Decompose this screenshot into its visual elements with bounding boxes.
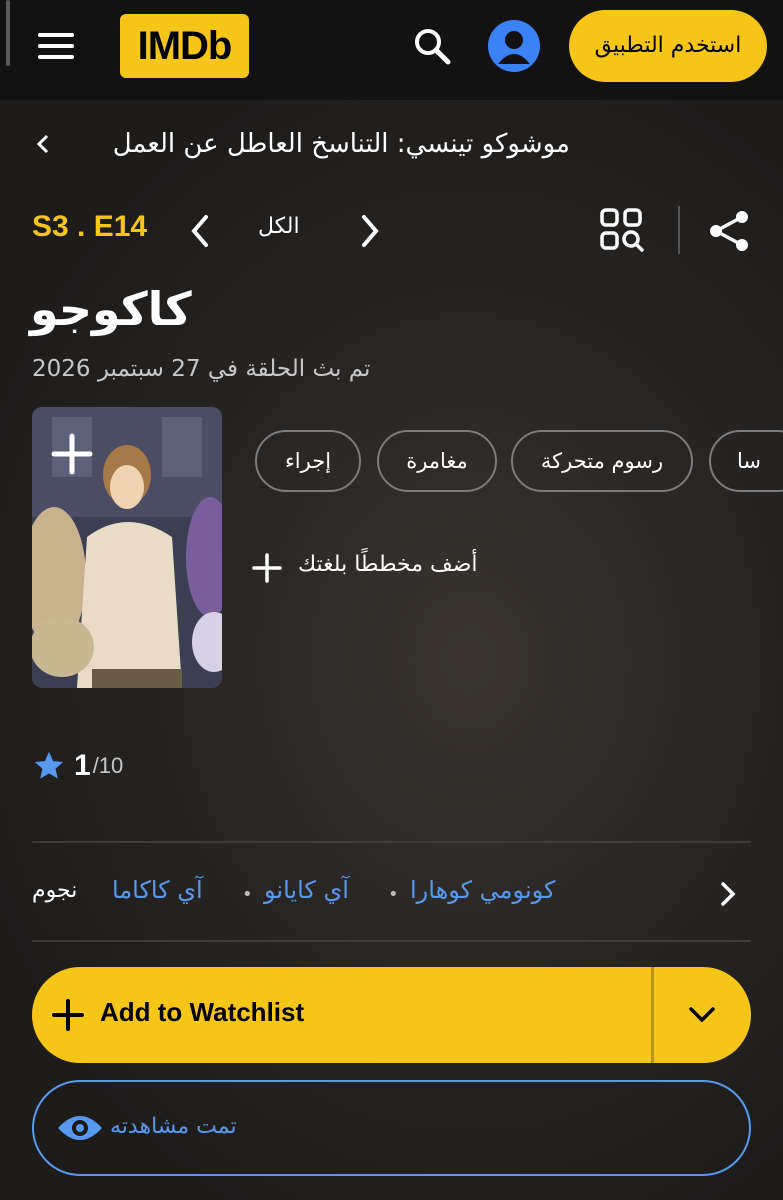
user-rating[interactable]: 1 /10: [32, 746, 123, 786]
watched-label: تمت مشاهدته: [110, 1114, 237, 1139]
stars-row[interactable]: نجوم آي كاكاما • آي كايانو • كونومي كوها…: [32, 862, 751, 924]
share-icon[interactable]: [706, 208, 752, 254]
search-icon[interactable]: [410, 24, 454, 68]
air-date: تم بث الحلقة في 27 سبتمبر 2026: [32, 356, 371, 382]
separator-dot: •: [242, 884, 253, 905]
imdb-logo[interactable]: IMDb: [120, 14, 249, 78]
top-navigation-bar: IMDb استخدم التطبيق: [0, 0, 783, 100]
star-link[interactable]: آي كاكاما: [112, 876, 203, 904]
divider: [32, 841, 751, 843]
watchlist-label: Add to Watchlist: [100, 997, 305, 1027]
scroll-indicator: [6, 0, 10, 66]
previous-episode-button[interactable]: [186, 212, 216, 250]
chevron-down-icon: [689, 1007, 715, 1023]
series-title-link[interactable]: موشوكو تينسي: التناسخ العاطل عن العمل: [113, 129, 570, 159]
add-to-watchlist-plus-icon[interactable]: [50, 432, 94, 476]
genre-chip[interactable]: رسوم متحركة: [511, 430, 693, 492]
rating-value: 1: [74, 749, 91, 782]
plus-icon: [252, 553, 282, 583]
divider: [32, 940, 751, 942]
rating-max: /10: [92, 753, 124, 778]
episode-title: كاكوجو: [30, 282, 192, 336]
stars-label: نجوم: [32, 878, 78, 903]
genre-chip[interactable]: سا: [709, 430, 783, 492]
watchlist-dropdown-button[interactable]: [654, 967, 751, 1063]
star-link[interactable]: كونومي كوهارا: [410, 876, 555, 904]
add-to-watchlist-button[interactable]: Add to Watchlist: [32, 967, 751, 1063]
add-plot-label: أضف مخططًا بلغتك: [298, 552, 478, 577]
genre-chip[interactable]: إجراء: [255, 430, 361, 492]
episode-navigation: S3 . E14 الكل: [32, 206, 752, 256]
chevron-left-icon: [191, 215, 208, 247]
genre-chips: إجراء مغامرة رسوم متحركة سا: [255, 430, 783, 492]
next-episode-button[interactable]: [354, 212, 384, 250]
plus-icon: [52, 999, 84, 1031]
chevron-right-icon: [362, 215, 379, 247]
genre-chip[interactable]: مغامرة: [377, 430, 497, 492]
mark-watched-button[interactable]: تمت مشاهدته: [32, 1080, 751, 1176]
menu-icon[interactable]: [36, 30, 76, 62]
episode-code: S3 . E14: [32, 210, 148, 243]
separator-dot: •: [388, 884, 399, 905]
all-episodes-link[interactable]: الكل: [258, 214, 300, 239]
star-link[interactable]: آي كايانو: [264, 876, 349, 904]
chevron-left-icon: [36, 134, 49, 154]
chevron-right-icon[interactable]: [716, 878, 740, 910]
breadcrumb[interactable]: موشوكو تينسي: التناسخ العاطل عن العمل: [34, 124, 570, 164]
use-app-button[interactable]: استخدم التطبيق: [569, 10, 767, 82]
add-plot-button[interactable]: أضف مخططًا بلغتك: [250, 546, 510, 590]
eye-icon: [56, 1110, 104, 1146]
user-icon[interactable]: [488, 20, 540, 72]
star-icon: [34, 751, 64, 779]
toolbar-divider: [678, 206, 680, 254]
episode-grid-search-icon[interactable]: [598, 206, 646, 254]
